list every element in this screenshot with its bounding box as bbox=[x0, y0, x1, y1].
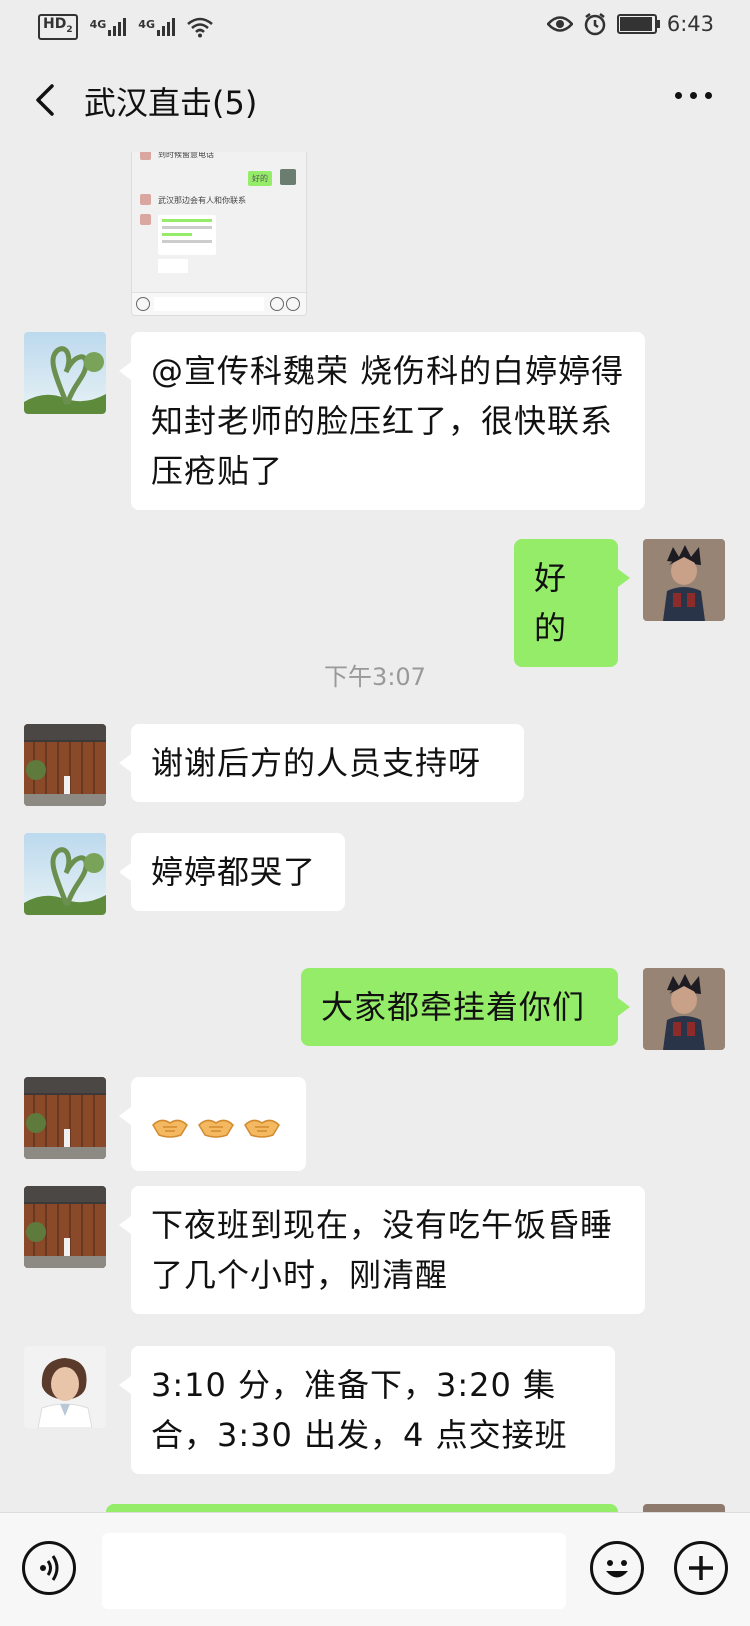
signal-icon: 4G bbox=[90, 17, 127, 36]
input-bar bbox=[0, 1512, 750, 1626]
avatar-house[interactable] bbox=[24, 724, 106, 806]
avatar-doctor[interactable] bbox=[24, 1346, 106, 1428]
avatar-house[interactable] bbox=[24, 1077, 106, 1159]
voice-icon[interactable] bbox=[22, 1541, 76, 1595]
battery-icon bbox=[616, 14, 660, 34]
message-bubble[interactable]: 谢谢后方的人员支持呀 bbox=[119, 724, 524, 802]
message-bubble-sent[interactable]: 好的 bbox=[514, 539, 630, 667]
message-bubble-sent[interactable]: 大家都牵挂着你们 bbox=[301, 968, 630, 1046]
avatar-anime[interactable] bbox=[643, 1504, 725, 1512]
plus-icon[interactable] bbox=[674, 1541, 728, 1595]
message-bubble[interactable]: 3:10 分，准备下，3:20 集合，3:30 出发，4 点交接班 bbox=[119, 1346, 615, 1474]
avatar-anime[interactable] bbox=[643, 539, 725, 621]
signal-icon: 4G bbox=[138, 17, 175, 36]
status-time: 6:43 bbox=[666, 12, 714, 36]
hd-badge: HD2 bbox=[38, 14, 78, 40]
avatar-house[interactable] bbox=[24, 1186, 106, 1268]
back-arrow-icon[interactable] bbox=[26, 80, 66, 120]
message-input[interactable] bbox=[102, 1533, 566, 1609]
status-bar: HD2 4G 4G 6:43 bbox=[0, 0, 750, 52]
avatar-anime[interactable] bbox=[643, 968, 725, 1050]
message-bubble-emoji[interactable] bbox=[119, 1077, 306, 1171]
eye-icon bbox=[546, 16, 573, 32]
message-bubble-sent[interactable] bbox=[106, 1504, 618, 1512]
message-bubble[interactable]: 下夜班到现在，没有吃午饭昏睡了几个小时，刚清醒 bbox=[119, 1186, 645, 1314]
more-options-icon[interactable] bbox=[675, 92, 712, 99]
avatar-plant[interactable] bbox=[24, 332, 106, 414]
chat-header: 武汉直击(5) bbox=[0, 52, 750, 152]
chat-message-list[interactable]: 到时候留意电话 好的 武汉那边会有人和你联系 @宣传科魏荣 烧伤科的白婷婷得知封… bbox=[0, 152, 750, 1512]
handshake-icon bbox=[198, 1119, 234, 1138]
avatar-plant[interactable] bbox=[24, 833, 106, 915]
message-bubble[interactable]: @宣传科魏荣 烧伤科的白婷婷得知封老师的脸压红了，很快联系压疮贴了 bbox=[119, 332, 645, 510]
emoji-icon[interactable] bbox=[590, 1541, 644, 1595]
message-timestamp: 下午3:07 bbox=[324, 663, 426, 691]
message-bubble[interactable]: 婷婷都哭了 bbox=[119, 833, 345, 911]
alarm-icon bbox=[584, 13, 606, 36]
wifi-icon bbox=[187, 17, 213, 38]
handshake-icon bbox=[152, 1119, 188, 1138]
shared-screenshot-image[interactable]: 到时候留意电话 好的 武汉那边会有人和你联系 bbox=[131, 152, 307, 316]
chat-title: 武汉直击(5) bbox=[84, 84, 258, 122]
handshake-icon bbox=[244, 1119, 280, 1138]
